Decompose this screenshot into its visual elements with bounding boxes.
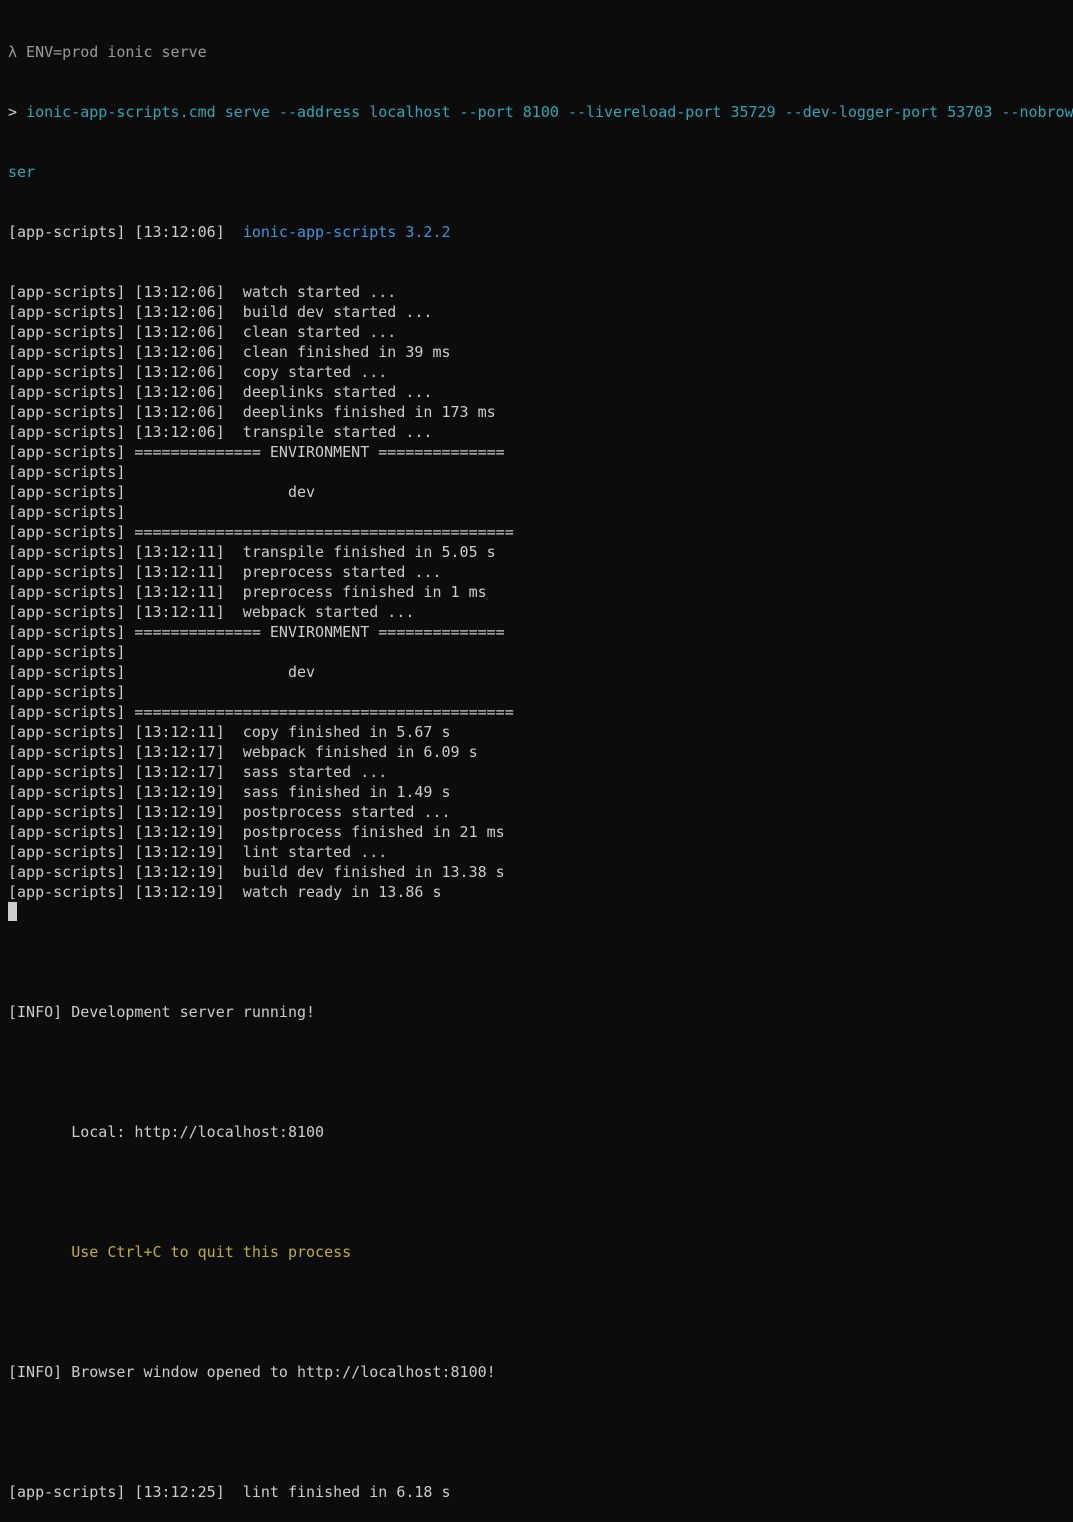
log-line: [app-scripts] [13:12:11] copy finished i… (8, 723, 451, 741)
log-line: [app-scripts] [13:12:19] lint started ..… (8, 843, 388, 861)
log-line: [app-scripts] [13:12:17] webpack finishe… (8, 743, 478, 761)
log-line: [app-scripts] [13:12:19] postprocess fin… (8, 823, 505, 841)
version-text: ionic-app-scripts 3.2.2 (242, 223, 451, 241)
log-line: [app-scripts] [13:12:06] copy started ..… (8, 363, 388, 381)
log-line: [app-scripts] [13:12:11] preprocess fini… (8, 583, 487, 601)
log-line: [app-scripts] [13:12:11] preprocess star… (8, 563, 442, 581)
log-line: [app-scripts] [13:12:19] postprocess sta… (8, 803, 451, 821)
terminal-output: λ ENV=prod ionic serve > ionic-app-scrip… (8, 2, 1073, 1522)
log-line: [app-scripts] (8, 463, 126, 481)
log-line: [app-scripts] dev (8, 483, 316, 501)
prompt-line: λ ENV=prod ionic serve (8, 43, 207, 61)
log-line: [app-scripts] [13:12:06] deeplinks finis… (8, 403, 496, 421)
log-line: [app-scripts] (8, 503, 126, 521)
log-line: [app-scripts] [13:12:19] sass finished i… (8, 783, 451, 801)
log-line: [app-scripts] [13:12:19] build dev finis… (8, 863, 505, 881)
log-line: [app-scripts] [13:12:11] webpack started… (8, 603, 415, 621)
log-line: [app-scripts] (8, 643, 126, 661)
info-running-line: [INFO] Development server running! (8, 1003, 316, 1021)
command-line: > ionic-app-scripts.cmd serve --address … (8, 102, 1073, 122)
version-line: [app-scripts] [13:12:06] ionic-app-scrip… (8, 222, 1073, 242)
log-line: [app-scripts] [13:12:06] watch started .… (8, 283, 397, 301)
log-line: [app-scripts] [13:12:06] deeplinks start… (8, 383, 433, 401)
log-line: [app-scripts] [13:12:17] sass started ..… (8, 763, 388, 781)
log-line: [app-scripts] ==========================… (8, 523, 514, 541)
log-line: [app-scripts] ============== ENVIRONMENT… (8, 623, 505, 641)
log-line: [app-scripts] [13:12:06] transpile start… (8, 423, 433, 441)
lint-finished-line: [app-scripts] [13:12:25] lint finished i… (8, 1483, 451, 1501)
local-url-line: Local: http://localhost:8100 (8, 1123, 325, 1141)
log-line: [app-scripts] [13:12:06] clean started .… (8, 323, 397, 341)
log-line: [app-scripts] [13:12:19] watch ready in … (8, 883, 442, 901)
command-text: ionic-app-scripts.cmd serve --address lo… (26, 103, 1073, 121)
info-browser-line: [INFO] Browser window opened to http://l… (8, 1363, 496, 1381)
log-line: [app-scripts] ============== ENVIRONMENT… (8, 443, 505, 461)
log-line: [app-scripts] [13:12:06] clean finished … (8, 343, 451, 361)
log-lines: [app-scripts] [13:12:06] watch started .… (8, 282, 1073, 902)
text-cursor[interactable] (8, 902, 17, 921)
log-line: [app-scripts] [13:12:06] build dev start… (8, 303, 433, 321)
command-prefix: > (8, 103, 27, 121)
log-line: [app-scripts] [13:12:11] transpile finis… (8, 543, 496, 561)
log-line: [app-scripts] ==========================… (8, 703, 514, 721)
log-line: [app-scripts] (8, 683, 126, 701)
version-prefix: [app-scripts] [13:12:06] (8, 223, 243, 241)
command-line-wrap: ser (8, 163, 36, 181)
log-line: [app-scripts] dev (8, 663, 316, 681)
quit-hint-line: Use Ctrl+C to quit this process (8, 1243, 352, 1261)
